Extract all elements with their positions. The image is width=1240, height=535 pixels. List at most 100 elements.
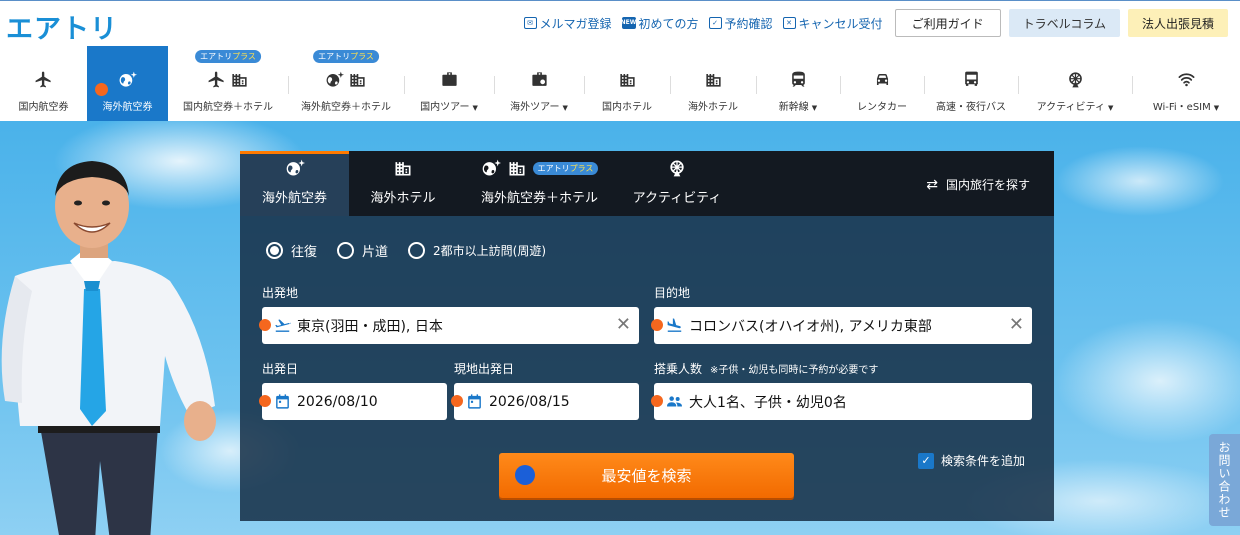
highlight-dot xyxy=(451,395,463,407)
calendar-icon xyxy=(468,394,481,409)
hero-banner: 海外航空券 海外ホテル エアトリプラス 海外航空券＋ホテル アクティビティ ⇄ xyxy=(0,121,1240,535)
clear-icon[interactable]: ✕ xyxy=(616,315,631,335)
nav-highway-bus[interactable]: 高速・夜行バス xyxy=(924,46,1018,122)
globe-plane-icon xyxy=(286,159,305,176)
newsletter-link[interactable]: ✉ メルマガ登録 xyxy=(523,15,612,32)
contact-tab[interactable]: お問い合わせ xyxy=(1209,434,1240,526)
cancel-link[interactable]: ✕ キャンセル受付 xyxy=(782,15,883,32)
plus-badge: エアトリプラス xyxy=(313,50,379,63)
domestic-travel-link[interactable]: ⇄ 国内旅行を探す xyxy=(926,176,1030,193)
wifi-icon xyxy=(1178,72,1194,86)
globe-plane-icon xyxy=(326,71,344,87)
airplane-icon xyxy=(35,71,51,87)
calendar-check-icon: ✓ xyxy=(708,17,722,29)
new-icon: NEW xyxy=(621,17,636,29)
hotel-icon xyxy=(509,162,525,176)
radio-round-trip[interactable]: 往復 xyxy=(266,241,317,260)
train-icon xyxy=(791,71,805,87)
hotel-icon xyxy=(350,73,365,87)
top-links: ✉ メルマガ登録 NEW 初めての方 ✓ 予約確認 ✕ キャンセル受付 ご利用ガ… xyxy=(523,9,1228,37)
passengers-label: 搭乗人数 ※子供・幼児も同時に予約が必要です xyxy=(654,362,879,376)
globe-plane-icon xyxy=(482,159,501,176)
nav-domestic-hotels[interactable]: 国内ホテル xyxy=(584,46,670,122)
return-date-label: 現地出発日 xyxy=(454,362,515,376)
tab-international-flight-hotel[interactable]: エアトリプラス 海外航空券＋ホテル xyxy=(457,151,622,216)
takeoff-icon xyxy=(275,319,291,332)
suitcase-globe-icon xyxy=(531,71,547,86)
clear-icon[interactable]: ✕ xyxy=(1009,315,1024,335)
nav-international-hotels[interactable]: 海外ホテル xyxy=(670,46,756,122)
corporate-estimate-button[interactable]: 法人出張見積 xyxy=(1127,9,1228,37)
nav-activities[interactable]: アクティビティ ▼ xyxy=(1018,46,1132,122)
nav-shinkansen[interactable]: 新幹線 ▼ xyxy=(756,46,840,122)
suitcase-icon xyxy=(441,71,457,86)
trip-type-group: 往復 片道 2都市以上訪問(周遊) xyxy=(266,241,566,260)
plus-badge: エアトリプラス xyxy=(195,50,261,63)
radio-multi-city[interactable]: 2都市以上訪問(周遊) xyxy=(408,241,546,260)
reservation-check-link[interactable]: ✓ 予約確認 xyxy=(708,15,773,32)
calendar-icon xyxy=(276,394,289,409)
ferris-wheel-icon xyxy=(670,160,684,177)
nav-international-tours[interactable]: 海外ツアー ▼ xyxy=(494,46,584,122)
passengers-input[interactable]: 大人1名、子供・幼児0名 xyxy=(651,383,1032,420)
origin-label: 出発地 xyxy=(262,286,299,300)
cursor-marker xyxy=(515,465,535,485)
tab-international-flights[interactable]: 海外航空券 xyxy=(240,151,349,216)
checkmark-icon: ✓ xyxy=(918,452,934,469)
add-conditions-checkbox[interactable]: ✓ 検索条件を追加 xyxy=(918,452,1025,469)
site-header: エアトリ ✉ メルマガ登録 NEW 初めての方 ✓ 予約確認 ✕ キャンセル受付… xyxy=(0,0,1240,122)
highlight-dot xyxy=(259,319,271,331)
travel-column-button[interactable]: トラベルコラム xyxy=(1008,9,1120,37)
hotel-icon xyxy=(232,73,247,87)
cancel-icon: ✕ xyxy=(782,17,796,29)
chevron-down-icon: ▼ xyxy=(1213,104,1220,112)
tab-international-hotels[interactable]: 海外ホテル xyxy=(349,151,457,216)
globe-plane-icon xyxy=(119,71,137,87)
hotel-icon xyxy=(619,73,635,87)
mascot-illustration xyxy=(1,161,216,535)
search-panel: 海外航空券 海外ホテル エアトリプラス 海外航空券＋ホテル アクティビティ ⇄ xyxy=(240,151,1054,521)
destination-input[interactable]: コロンバス(オハイオ州), アメリカ東部 ✕ xyxy=(651,307,1032,344)
nav-rental-car[interactable]: レンタカー xyxy=(840,46,924,122)
chevron-down-icon: ▼ xyxy=(472,104,478,112)
radio-indicator xyxy=(337,242,355,259)
hotel-icon xyxy=(395,162,411,176)
nav-wifi-esim[interactable]: Wi-Fi・eSIM ▼ xyxy=(1132,46,1240,122)
depart-date-input[interactable]: 2026/08/10 xyxy=(259,383,447,420)
highlight-dot xyxy=(95,83,108,96)
nav-domestic-tours[interactable]: 国内ツアー ▼ xyxy=(404,46,494,122)
people-icon xyxy=(667,396,682,407)
ferris-wheel-icon xyxy=(1068,71,1082,87)
plus-badge: エアトリプラス xyxy=(532,161,599,175)
radio-indicator xyxy=(408,242,426,259)
highlight-dot xyxy=(259,395,271,407)
tab-activities[interactable]: アクティビティ xyxy=(622,151,732,216)
airplane-icon xyxy=(208,71,224,87)
first-time-link[interactable]: NEW 初めての方 xyxy=(621,15,699,32)
mail-icon: ✉ xyxy=(523,17,537,29)
hotel-icon xyxy=(705,73,721,87)
nav-international-flights[interactable]: 海外航空券 xyxy=(87,46,168,122)
category-nav: 国内航空券 海外航空券 エアトリプラス 国内航空券＋ホテル エアトリプラス 海外… xyxy=(0,46,1240,122)
nav-international-flight-hotel[interactable]: エアトリプラス 海外航空券＋ホテル xyxy=(288,46,404,122)
guide-button[interactable]: ご利用ガイド xyxy=(894,9,1001,37)
depart-date-label: 出発日 xyxy=(262,362,299,376)
highlight-dot xyxy=(651,319,663,331)
swap-arrows-icon: ⇄ xyxy=(926,176,938,193)
highlight-dot xyxy=(651,395,663,407)
origin-input[interactable]: 東京(羽田・成田), 日本 ✕ xyxy=(259,307,639,344)
radio-one-way[interactable]: 片道 xyxy=(337,241,388,260)
bus-icon xyxy=(964,71,978,86)
chevron-down-icon: ▼ xyxy=(562,104,568,112)
search-cheapest-button[interactable]: 最安値を検索 xyxy=(499,453,794,498)
nav-domestic-flight-hotel[interactable]: エアトリプラス 国内航空券＋ホテル xyxy=(168,46,288,122)
car-icon xyxy=(876,73,888,85)
site-logo[interactable]: エアトリ xyxy=(6,7,118,46)
return-date-input[interactable]: 2026/08/15 xyxy=(451,383,639,420)
radio-indicator xyxy=(266,242,283,259)
search-tabs: 海外航空券 海外ホテル エアトリプラス 海外航空券＋ホテル アクティビティ ⇄ xyxy=(240,151,1054,216)
nav-domestic-flights[interactable]: 国内航空券 xyxy=(0,46,87,122)
destination-label: 目的地 xyxy=(654,286,691,300)
chevron-down-icon: ▼ xyxy=(811,104,818,112)
landing-icon xyxy=(667,318,682,332)
